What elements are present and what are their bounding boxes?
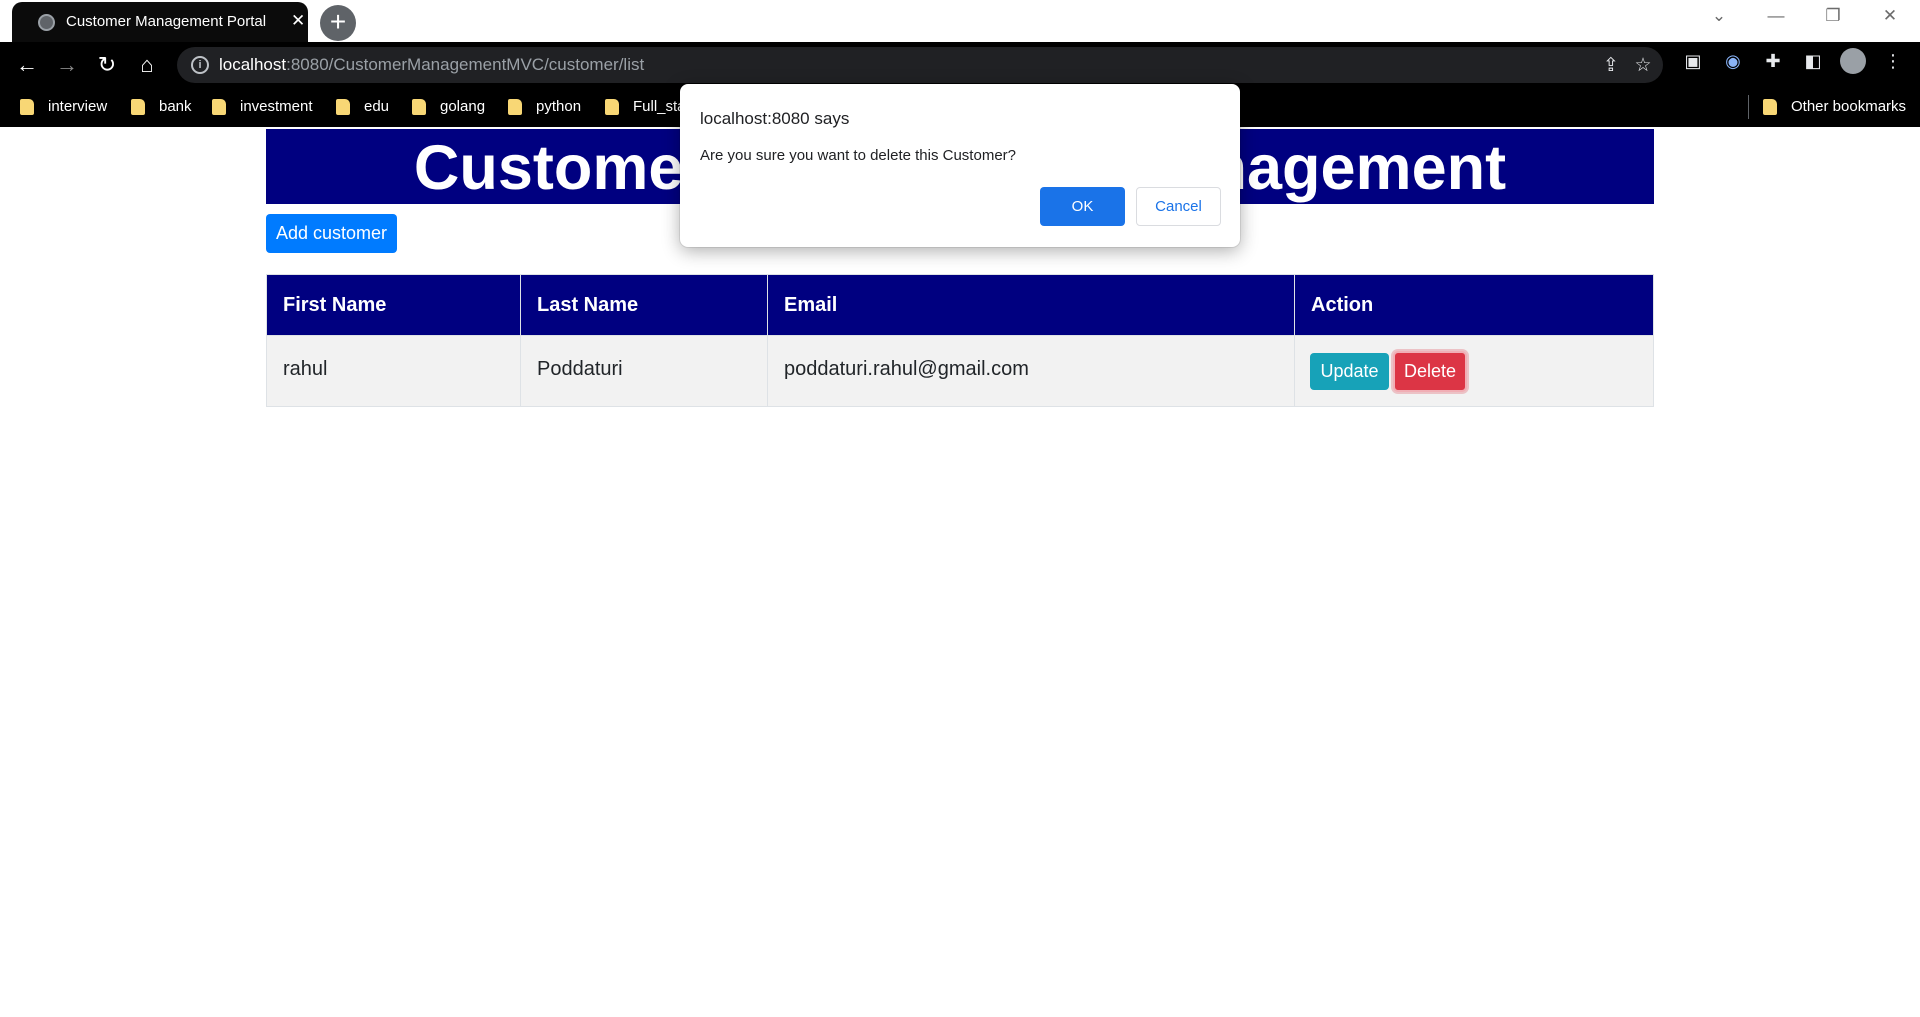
minimize-icon[interactable]: — <box>1761 6 1791 26</box>
menu-kebab-icon[interactable]: ⋮ <box>1880 48 1906 74</box>
extensions-puzzle-icon[interactable]: ✚ <box>1760 48 1786 74</box>
address-bar[interactable]: i localhost:8080/CustomerManagementMVC/c… <box>177 47 1663 83</box>
column-header-first-name: First Name <box>267 275 521 335</box>
bookmark-edu[interactable]: edu <box>336 98 389 115</box>
bookmark-python[interactable]: python <box>508 98 581 115</box>
new-tab-button[interactable]: + <box>320 5 356 41</box>
tab-strip: Customer Management Portal ✕ + ⌄ — ❐ ✕ <box>0 0 1920 42</box>
folder-icon <box>131 98 145 115</box>
cell-action: Update Delete <box>1295 336 1653 406</box>
browser-toolbar: ← → ↻ ⌂ i localhost:8080/CustomerManagem… <box>0 42 1920 89</box>
home-icon[interactable]: ⌂ <box>134 52 160 78</box>
ok-button[interactable]: OK <box>1040 187 1125 226</box>
column-header-action: Action <box>1311 294 1374 316</box>
customer-table: First Name Last Name Email Action rahul … <box>266 274 1654 407</box>
close-tab-icon[interactable]: ✕ <box>291 12 305 30</box>
folder-icon <box>20 98 34 115</box>
bookmark-full-stack[interactable]: Full_sta <box>605 98 686 115</box>
bookmark-interview[interactable]: interview <box>20 98 107 115</box>
folder-icon <box>1763 98 1777 115</box>
update-button[interactable]: Update <box>1310 353 1389 390</box>
restore-icon[interactable]: ❐ <box>1818 6 1848 26</box>
bookmark-golang[interactable]: golang <box>412 98 485 115</box>
confirm-dialog: localhost:8080 says Are you sure you wan… <box>680 84 1240 247</box>
cell-first-name: rahul <box>267 336 521 406</box>
bookmark-star-icon[interactable]: ☆ <box>1631 54 1655 77</box>
cell-last-name: Poddaturi <box>521 336 768 406</box>
dialog-message: Are you sure you want to delete this Cus… <box>700 147 1016 164</box>
bookmarks-divider <box>1748 95 1749 119</box>
table-row: rahul Poddaturi poddaturi.rahul@gmail.co… <box>267 335 1653 406</box>
site-info-icon[interactable]: i <box>191 56 209 74</box>
side-panel-icon[interactable]: ◧ <box>1800 48 1826 74</box>
reload-icon[interactable]: ↻ <box>94 52 120 78</box>
close-window-icon[interactable]: ✕ <box>1875 6 1905 26</box>
extension-icon[interactable]: ▣ <box>1680 48 1706 74</box>
folder-icon <box>508 98 522 115</box>
add-customer-button[interactable]: Add customer <box>266 214 397 253</box>
table-header-row: First Name Last Name Email Action <box>267 275 1653 335</box>
folder-icon <box>336 98 350 115</box>
back-icon[interactable]: ← <box>14 52 40 78</box>
folder-icon <box>605 98 619 115</box>
url-text[interactable]: localhost:8080/CustomerManagementMVC/cus… <box>219 55 644 75</box>
delete-button[interactable]: Delete <box>1393 351 1467 392</box>
cancel-button[interactable]: Cancel <box>1136 187 1221 226</box>
bookmark-bank[interactable]: bank <box>131 98 192 115</box>
forward-icon[interactable]: → <box>54 52 80 78</box>
bookmark-investment[interactable]: investment <box>212 98 313 115</box>
tab-title: Customer Management Portal <box>66 13 267 30</box>
tab-search-icon[interactable]: ⌄ <box>1704 6 1734 26</box>
folder-icon <box>412 98 426 115</box>
dialog-title: localhost:8080 says <box>700 109 850 128</box>
avatar[interactable] <box>1840 48 1866 74</box>
column-header-last-name: Last Name <box>521 275 768 335</box>
share-icon[interactable]: ⇪ <box>1599 54 1623 77</box>
globe-icon <box>38 14 55 31</box>
cell-email: poddaturi.rahul@gmail.com <box>768 336 1295 406</box>
bookmark-other[interactable]: Other bookmarks <box>1763 98 1906 115</box>
screen-capture-icon[interactable]: ◉ <box>1720 48 1746 74</box>
browser-tab[interactable]: Customer Management Portal ✕ <box>12 2 308 42</box>
folder-icon <box>212 98 226 115</box>
column-header-email: Email <box>768 275 1295 335</box>
